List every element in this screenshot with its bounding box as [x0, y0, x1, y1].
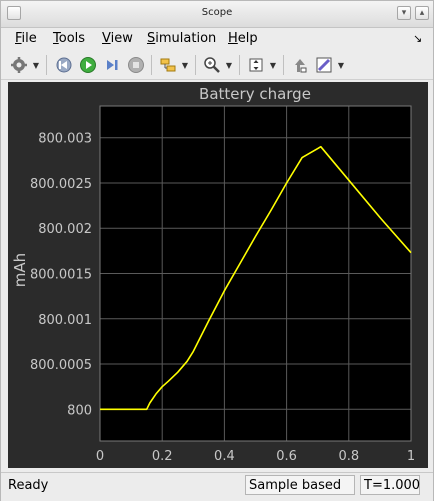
scope-display[interactable]: Battery charge mAh 0 0.2 0.4 0.6 0.8 1 800 800.…: [8, 82, 428, 468]
zoom-dropdown-icon[interactable]: ▼: [224, 54, 234, 76]
style-dropdown-icon[interactable]: ▼: [336, 54, 346, 76]
x-tick-label: 0.2: [152, 449, 173, 464]
y-tick-label: 800.002: [38, 222, 92, 237]
autoscale-icon[interactable]: [245, 54, 267, 76]
y-tick-label: 800.001: [38, 313, 92, 328]
status-mode: Sample based: [245, 475, 355, 495]
y-tick-label: 800.0005: [30, 358, 92, 373]
highlight-block-icon[interactable]: [289, 54, 311, 76]
stop-icon[interactable]: [125, 54, 147, 76]
y-tick-label: 800.0025: [30, 177, 92, 192]
menu-simulation[interactable]: Simulation: [147, 31, 216, 46]
menu-bar: File Tools View Simulation Help ↘: [1, 28, 433, 50]
chart-svg: Battery charge mAh 0 0.2 0.4 0.6 0.8 1 800 800.…: [11, 85, 415, 464]
menu-view[interactable]: View: [102, 31, 133, 46]
zoom-icon[interactable]: [201, 54, 223, 76]
x-tick-label: 0.4: [214, 449, 235, 464]
y-tick-label: 800: [67, 403, 92, 418]
menu-help[interactable]: Help: [228, 31, 258, 46]
minimize-icon[interactable]: ▾: [397, 6, 411, 20]
y-tick-label: 800.0015: [30, 268, 92, 283]
y-axis-label: mAh: [11, 253, 29, 287]
autoscale-dropdown-icon[interactable]: ▼: [268, 54, 278, 76]
x-tick-label: 0.8: [338, 449, 359, 464]
status-ready: Ready: [8, 478, 49, 493]
toolbar: ▼ ▼ ▼ ▼ ▼: [1, 51, 433, 80]
menu-tools[interactable]: Tools: [53, 31, 85, 46]
maximize-icon[interactable]: ▴: [415, 6, 429, 20]
signal-selector-dropdown-icon[interactable]: ▼: [180, 54, 190, 76]
style-icon[interactable]: [313, 54, 335, 76]
step-back-icon[interactable]: [53, 54, 75, 76]
chart-title: Battery charge: [199, 85, 311, 103]
dock-icon[interactable]: ↘: [413, 32, 422, 45]
y-tick-label: 800.003: [38, 132, 92, 147]
scope-window: Scope ▾ ▴ File Tools View Simulation Hel…: [0, 0, 434, 501]
x-tick-label: 0: [96, 449, 104, 464]
settings-dropdown-icon[interactable]: ▼: [31, 54, 41, 76]
step-forward-icon[interactable]: [101, 54, 123, 76]
status-time: T=1.000: [360, 475, 420, 495]
signal-selector-icon[interactable]: [157, 54, 179, 76]
settings-icon[interactable]: [9, 54, 29, 76]
x-tick-label: 0.6: [276, 449, 297, 464]
x-tick-label: 1: [407, 449, 415, 464]
window-title: Scope: [201, 7, 233, 18]
title-bar: Scope ▾ ▴: [1, 1, 433, 28]
status-bar: Ready Sample based T=1.000: [1, 472, 433, 501]
run-icon[interactable]: [77, 54, 99, 76]
menu-file[interactable]: File: [15, 31, 37, 46]
